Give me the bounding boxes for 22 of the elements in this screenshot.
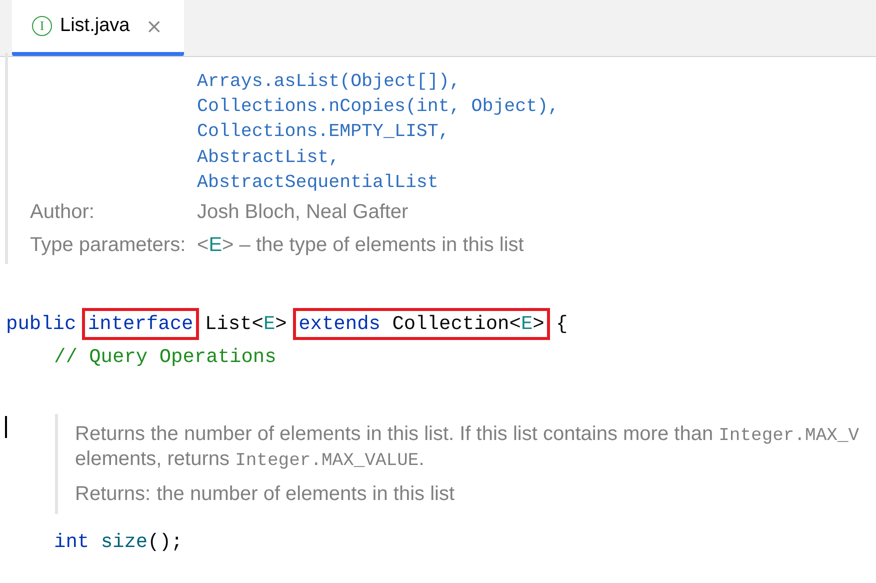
field-label: Author: — [30, 200, 96, 226]
field-value: <E> – the type of elements in this list — [197, 233, 524, 258]
highlight-box: interface — [82, 308, 200, 340]
text-cursor — [5, 416, 7, 438]
doc-link[interactable]: AbstractSequentialList — [197, 170, 560, 196]
code-line: // Query Operations — [53, 345, 278, 370]
code-line: int size(); — [53, 530, 184, 556]
interface-icon: I — [32, 16, 52, 36]
doc-link[interactable]: Arrays.asList(Object[]), — [197, 70, 560, 96]
tab-label: List.java — [60, 15, 130, 37]
file-tab[interactable]: I List.java × — [12, 0, 184, 56]
field-value: Josh Bloch, Neal Gafter — [197, 200, 408, 226]
doc-link[interactable]: Collections.EMPTY_LIST, — [197, 120, 560, 146]
doc-description: Returns the number of elements in this list. If this list contains more than Integer.MAX_V elements, returns Integer.MAX_VALUE. — [75, 422, 860, 472]
doc-link[interactable]: Collections.nCopies(int, Object), — [197, 95, 560, 120]
close-icon[interactable]: × — [146, 14, 162, 38]
field-value: the number of elements in this list — [156, 482, 455, 506]
field-label: Returns: — [75, 482, 151, 506]
code-line: public interface List<E> extends Collection<E> { — [0, 308, 876, 342]
doc-link[interactable]: AbstractList, — [197, 146, 560, 171]
highlight-box: extends Collection<E> — [292, 308, 550, 340]
field-label: Type parameters: — [30, 233, 187, 258]
